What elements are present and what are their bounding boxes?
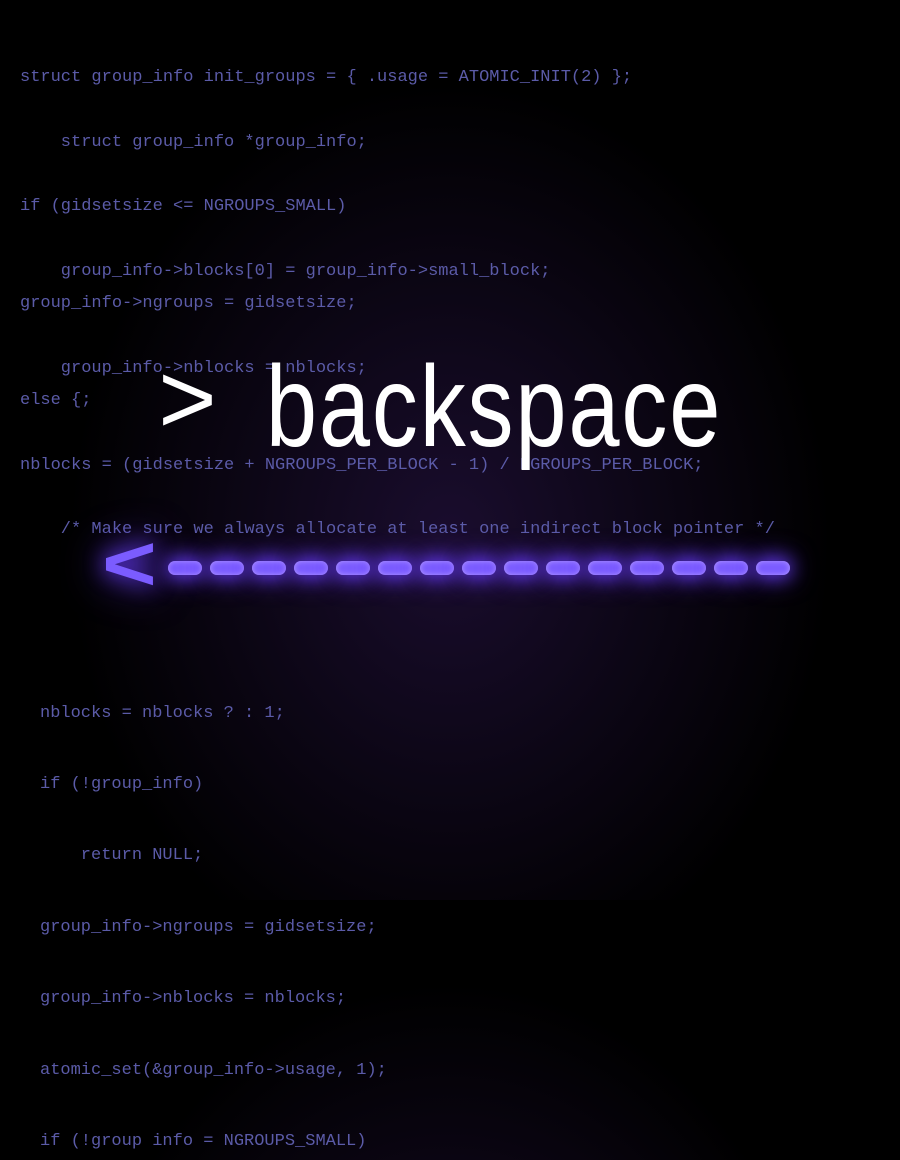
code-line: group_info->ngroups = gidsetsize; <box>20 294 357 313</box>
arrow-dash-icon <box>714 561 748 575</box>
logo: > backspace <box>0 350 900 465</box>
code-line: struct group_info *group_info; <box>20 133 367 152</box>
code-line: group_info->ngroups = gidsetsize; <box>40 918 377 937</box>
logo-word: backspace <box>266 341 722 473</box>
arrow-dash-icon <box>546 561 580 575</box>
arrow-dash-icon <box>462 561 496 575</box>
code-line: return NULL; <box>40 846 203 865</box>
code-line: group_info->nblocks = nblocks; <box>40 989 346 1008</box>
arrow-dash-icon <box>672 561 706 575</box>
arrow-dash-icon <box>588 561 622 575</box>
code-line: nblocks = nblocks ? : 1; <box>40 704 285 723</box>
arrow-dash-icon <box>252 561 286 575</box>
arrow-dash-icon <box>630 561 664 575</box>
code-line: atomic_set(&group_info->usage, 1); <box>40 1061 387 1080</box>
arrow-dash-icon <box>756 561 790 575</box>
arrow-dash-icon <box>168 561 202 575</box>
arrow-dash-icon <box>504 561 538 575</box>
code-line: if (gidsetsize <= NGROUPS_SMALL) <box>20 197 346 216</box>
code-line: if (!group info = NGROUPS_SMALL) <box>40 1132 366 1151</box>
code-line: group_info->blocks[0] = group_info->smal… <box>20 262 551 281</box>
code-line: struct group_info init_groups = { .usage… <box>20 68 632 87</box>
arrow-dash-icon <box>420 561 454 575</box>
prompt-icon: > <box>157 351 216 464</box>
arrow-dash-icon <box>378 561 412 575</box>
code-line: if (!group_info) <box>40 775 203 794</box>
arrow-dashes <box>164 561 794 580</box>
neon-arrow: < <box>0 530 900 610</box>
arrow-dash-icon <box>210 561 244 575</box>
arrow-dash-icon <box>336 561 370 575</box>
arrow-head-icon: < <box>101 526 157 614</box>
arrow-dash-icon <box>294 561 328 575</box>
